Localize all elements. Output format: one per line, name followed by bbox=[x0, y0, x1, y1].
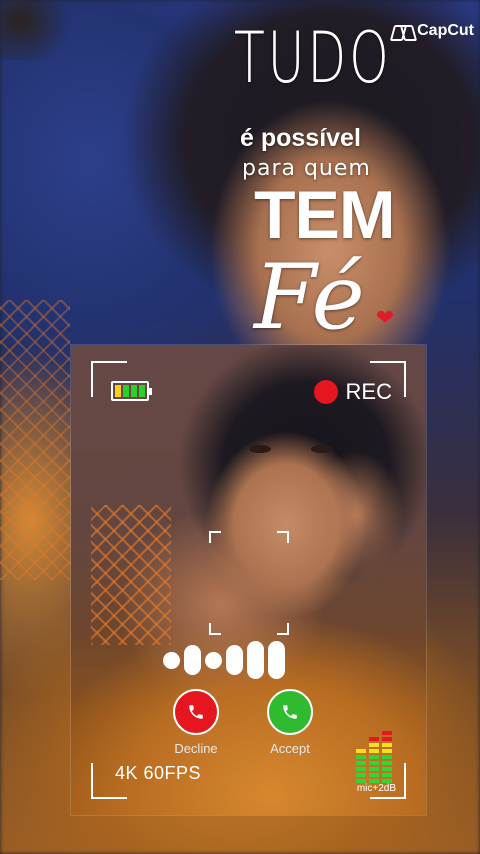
decline-label: Decline bbox=[174, 741, 218, 756]
record-dot-icon bbox=[313, 380, 338, 404]
camera-frame: REC Decline Accept 4K 60FPS mic+2dB bbox=[70, 344, 427, 816]
background-fence bbox=[0, 300, 70, 580]
accept-call[interactable]: Accept bbox=[255, 689, 325, 756]
meter-column bbox=[369, 737, 379, 783]
focus-corner bbox=[209, 623, 221, 635]
battery-icon bbox=[111, 381, 152, 401]
wave-bar bbox=[163, 651, 180, 669]
battery-cell bbox=[139, 385, 145, 397]
heart-icon: ❤ bbox=[375, 305, 395, 330]
fence-background bbox=[91, 505, 171, 645]
eye-left bbox=[249, 445, 271, 453]
wave-bar bbox=[247, 641, 264, 679]
rec-label: REC bbox=[345, 379, 392, 404]
focus-corner bbox=[209, 531, 221, 543]
decline-button[interactable] bbox=[173, 689, 219, 735]
accept-label: Accept bbox=[270, 741, 310, 756]
phone-icon bbox=[189, 705, 203, 719]
focus-corner bbox=[277, 623, 289, 635]
audio-level-meter bbox=[356, 731, 392, 783]
mic-gain-label: mic+2dB bbox=[356, 783, 396, 794]
quote-line-tem: TEM bbox=[254, 177, 396, 253]
accept-button[interactable] bbox=[267, 689, 313, 735]
battery-cell bbox=[123, 385, 129, 397]
quote-line-tudo: TUDO bbox=[234, 17, 392, 99]
capcut-brand-text: CapCut bbox=[417, 22, 474, 39]
rec-indicator: REC bbox=[313, 379, 392, 405]
wave-bar bbox=[184, 645, 201, 675]
wave-bar bbox=[205, 651, 222, 669]
wave-bar bbox=[268, 641, 285, 679]
quote-line-possivel: é possível bbox=[240, 124, 361, 152]
capcut-logo-icon bbox=[392, 24, 414, 38]
audio-wave bbox=[163, 641, 285, 679]
eyes bbox=[249, 445, 339, 459]
phone-icon bbox=[283, 705, 297, 719]
quote-line-fe: Fé bbox=[254, 245, 365, 350]
battery-cell bbox=[131, 385, 137, 397]
decline-call[interactable]: Decline bbox=[161, 689, 231, 756]
resolution-label: 4K 60FPS bbox=[115, 763, 202, 783]
wave-bar bbox=[226, 645, 243, 675]
meter-column bbox=[382, 731, 392, 783]
capcut-watermark: CapCut bbox=[392, 22, 474, 40]
focus-box bbox=[209, 531, 289, 635]
battery-cell bbox=[115, 385, 121, 397]
focus-corner bbox=[277, 531, 289, 543]
meter-column bbox=[356, 749, 366, 783]
eye-right bbox=[311, 445, 333, 453]
background-shadow bbox=[0, 0, 80, 60]
